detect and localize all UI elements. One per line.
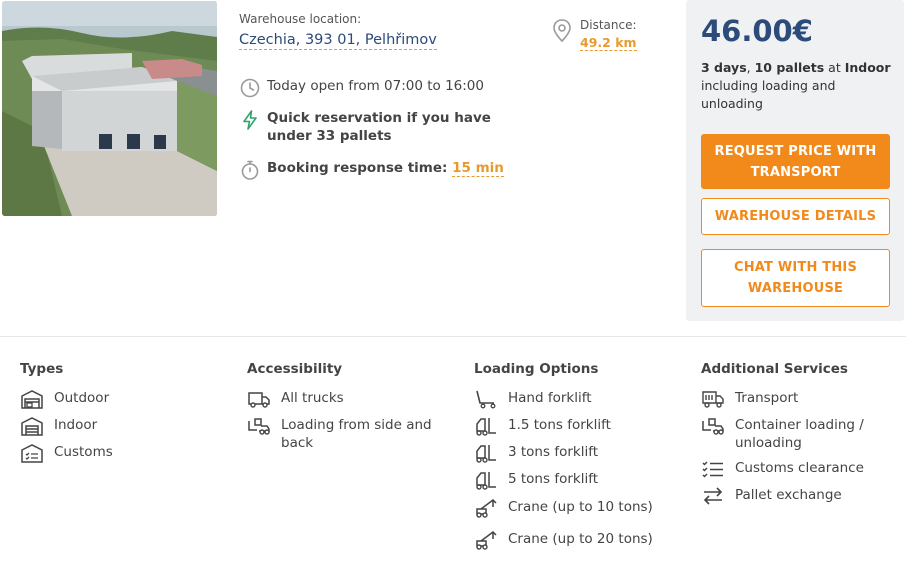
price: 46.00€ bbox=[701, 14, 813, 48]
feature-label: Container loading / unloading bbox=[735, 417, 864, 451]
truck-icon bbox=[247, 389, 271, 409]
feature-label: Crane (up to 20 tons) bbox=[508, 531, 653, 547]
services-title: Additional Services bbox=[701, 361, 848, 377]
crane-icon bbox=[474, 498, 498, 518]
distance: Distance: 49.2 km bbox=[550, 18, 637, 51]
loading-title: Loading Options bbox=[474, 361, 599, 377]
transport-truck-icon bbox=[701, 389, 725, 409]
response-label: Booking response time: bbox=[267, 160, 448, 176]
feature-item: 5 tons forklift bbox=[474, 470, 684, 490]
customs-warehouse-icon bbox=[20, 443, 44, 463]
location-value[interactable]: Czechia, 393 01, Pelhřimov bbox=[239, 32, 437, 50]
feature-item: Indoor bbox=[20, 416, 230, 436]
feature-item: Crane (up to 20 tons) bbox=[474, 530, 684, 550]
summary-sep: , bbox=[746, 60, 755, 75]
checklist-icon bbox=[701, 459, 725, 479]
opening-hours-text: Today open from 07:00 to 16:00 bbox=[267, 78, 484, 94]
summary-at: at bbox=[824, 60, 845, 75]
loading-column: Loading Options Hand forklift 1.5 tons f… bbox=[474, 361, 684, 550]
pricing-panel: 46.00€ 3 days, 10 pallets at Indoor incl… bbox=[686, 0, 904, 321]
feature-label: Transport bbox=[735, 390, 799, 406]
feature-label: Customs bbox=[54, 444, 113, 460]
feature-label: All trucks bbox=[281, 390, 344, 406]
accessibility-title: Accessibility bbox=[247, 361, 343, 377]
feature-label: 1.5 tons forklift bbox=[508, 417, 611, 433]
divider bbox=[0, 336, 906, 337]
feature-item: 3 tons forklift bbox=[474, 443, 684, 463]
warehouse-photo[interactable] bbox=[2, 1, 217, 216]
indoor-warehouse-icon bbox=[20, 416, 44, 436]
opening-hours: Today open from 07:00 to 16:00 bbox=[239, 77, 484, 99]
summary-days: 3 days bbox=[701, 60, 747, 75]
request-price-button[interactable]: REQUEST PRICE WITH TRANSPORT bbox=[701, 134, 890, 189]
feature-label: Loading from side and back bbox=[281, 417, 432, 451]
side-loading-icon bbox=[247, 416, 271, 436]
feature-item: Outdoor bbox=[20, 389, 230, 409]
feature-label: 5 tons forklift bbox=[508, 471, 599, 487]
summary-note: including loading and unloading bbox=[701, 78, 836, 111]
types-title: Types bbox=[20, 361, 64, 377]
feature-label: Outdoor bbox=[54, 390, 110, 406]
feature-item: Loading from side and back bbox=[247, 416, 447, 452]
feature-label: Hand forklift bbox=[508, 390, 592, 406]
summary-pallets: 10 pallets bbox=[754, 60, 825, 75]
distance-value: 49.2 km bbox=[580, 35, 637, 51]
types-column: Types Outdoor Indoor Customs bbox=[20, 361, 230, 463]
feature-label: 3 tons forklift bbox=[508, 444, 599, 460]
feature-item: All trucks bbox=[247, 389, 447, 409]
quick-reservation: Quick reservation if you have under 33 p… bbox=[239, 109, 529, 145]
feature-label: Crane (up to 10 tons) bbox=[508, 499, 653, 515]
container-loading-icon bbox=[701, 416, 725, 436]
clock-icon bbox=[239, 77, 261, 99]
forklift-icon bbox=[474, 443, 498, 463]
quick-reservation-text: Quick reservation if you have under 33 p… bbox=[267, 110, 491, 144]
location-label: Warehouse location: bbox=[239, 12, 362, 26]
chat-button[interactable]: CHAT WITH THIS WAREHOUSE bbox=[701, 249, 890, 307]
accessibility-column: Accessibility All trucks Loading from si… bbox=[247, 361, 447, 452]
feature-item: Transport bbox=[701, 389, 901, 409]
feature-item: Customs clearance bbox=[701, 459, 901, 479]
services-column: Additional Services Transport Container … bbox=[701, 361, 901, 506]
summary-type: Indoor bbox=[844, 60, 891, 75]
outdoor-warehouse-icon bbox=[20, 389, 44, 409]
feature-item: Crane (up to 10 tons) bbox=[474, 498, 684, 518]
map-pin-icon bbox=[550, 18, 574, 44]
feature-item: Container loading / unloading bbox=[701, 416, 901, 452]
feature-label: Indoor bbox=[54, 417, 98, 433]
crane-icon bbox=[474, 530, 498, 550]
feature-label: Customs clearance bbox=[735, 460, 864, 476]
forklift-icon bbox=[474, 416, 498, 436]
hand-forklift-icon bbox=[474, 389, 498, 409]
distance-label: Distance: bbox=[580, 18, 637, 32]
price-summary: 3 days, 10 pallets at Indoor including l… bbox=[701, 59, 897, 113]
feature-item: 1.5 tons forklift bbox=[474, 416, 684, 436]
response-value: 15 min bbox=[452, 160, 504, 177]
feature-item: Hand forklift bbox=[474, 389, 684, 409]
lightning-icon bbox=[239, 109, 261, 131]
feature-item: Pallet exchange bbox=[701, 486, 901, 506]
warehouse-details-button[interactable]: WAREHOUSE DETAILS bbox=[701, 198, 890, 235]
booking-response: Booking response time: 15 min bbox=[239, 159, 504, 181]
feature-item: Customs bbox=[20, 443, 230, 463]
forklift-icon bbox=[474, 470, 498, 490]
feature-label: Pallet exchange bbox=[735, 487, 842, 503]
stopwatch-icon bbox=[239, 159, 261, 181]
exchange-arrows-icon bbox=[701, 486, 725, 506]
